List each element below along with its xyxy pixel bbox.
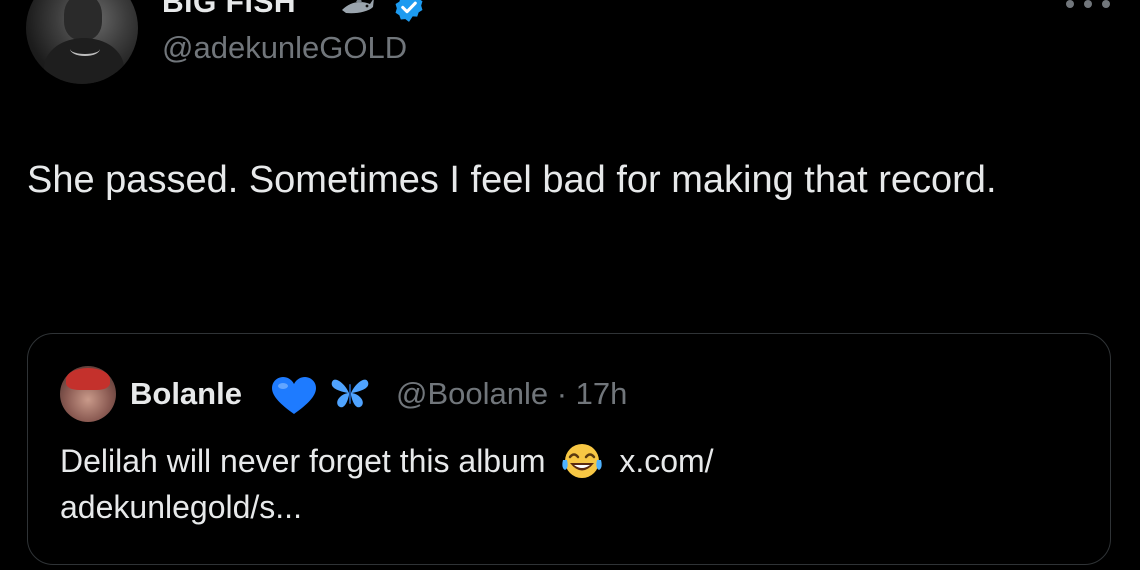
avatar-chain (70, 42, 100, 56)
more-dot (1102, 0, 1110, 8)
shark-icon (342, 0, 374, 14)
quoted-link-text-continued[interactable]: adekunlegold/s... (60, 489, 302, 525)
tears-of-joy-icon (562, 444, 603, 478)
blue-heart-icon (272, 377, 316, 414)
tweet-text: She passed. Sometimes I feel bad for mak… (27, 159, 997, 201)
author-avatar[interactable] (26, 0, 138, 84)
more-options-icon[interactable] (1066, 0, 1110, 10)
author-display-name[interactable]: BIG FISH (162, 0, 296, 20)
butterfly-icon (331, 379, 369, 408)
avatar-head (64, 0, 102, 40)
quoted-tweet-card[interactable]: Bolanle @Boolanle · 17h Delilah will nev… (27, 333, 1111, 565)
verified-badge-icon[interactable] (392, 0, 426, 24)
more-dot (1066, 0, 1074, 8)
more-dot (1084, 0, 1092, 8)
quoted-author-avatar[interactable] (60, 366, 116, 422)
quoted-tweet-text: Delilah will never forget this album x.c… (60, 438, 1060, 530)
quoted-text-start: Delilah will never forget this album (60, 443, 546, 479)
quoted-handle-time[interactable]: @Boolanle · 17h (396, 376, 627, 412)
avatar-hair (66, 368, 110, 390)
author-handle[interactable]: @adekunleGOLD (162, 30, 407, 66)
quoted-link-text[interactable]: x.com/ (619, 443, 713, 479)
quoted-author-name[interactable]: Bolanle (130, 376, 242, 412)
